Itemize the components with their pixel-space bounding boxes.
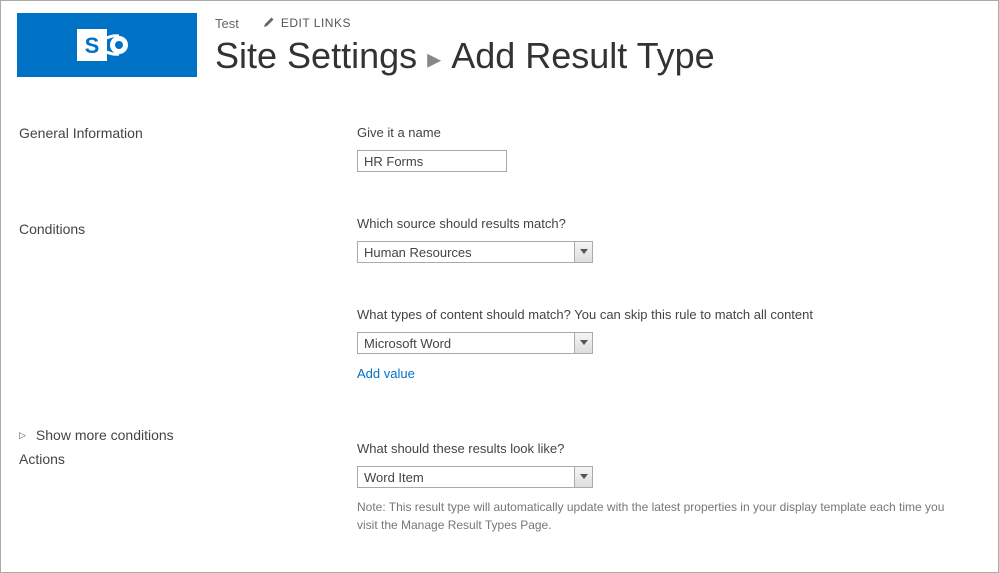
actions-label: What should these results look like? — [357, 441, 950, 456]
site-name-link[interactable]: Test — [215, 16, 239, 31]
svg-text:S: S — [85, 33, 100, 58]
name-input[interactable] — [357, 150, 507, 172]
breadcrumb-root[interactable]: Site Settings — [215, 35, 417, 77]
source-dropdown[interactable]: Human Resources — [357, 241, 593, 263]
display-template-dropdown-value: Word Item — [358, 467, 574, 487]
pencil-icon — [263, 16, 275, 31]
content-type-dropdown-value: Microsoft Word — [358, 333, 574, 353]
source-dropdown-value: Human Resources — [358, 242, 574, 262]
breadcrumb: Site Settings ▸ Add Result Type — [215, 35, 715, 77]
section-actions: Actions — [19, 451, 337, 467]
content-type-label: What types of content should match? You … — [357, 307, 950, 322]
actions-note: Note: This result type will automaticall… — [357, 498, 950, 534]
section-general-information: General Information — [19, 125, 337, 141]
chevron-down-icon — [574, 467, 592, 487]
breadcrumb-separator-icon: ▸ — [427, 42, 441, 75]
content-type-dropdown[interactable]: Microsoft Word — [357, 332, 593, 354]
source-label: Which source should results match? — [357, 216, 950, 231]
show-more-label: Show more conditions — [36, 427, 174, 443]
chevron-down-icon — [574, 333, 592, 353]
breadcrumb-current: Add Result Type — [451, 35, 715, 77]
sharepoint-logo[interactable]: S — [17, 13, 197, 77]
triangle-right-icon: ▷ — [19, 430, 26, 441]
display-template-dropdown[interactable]: Word Item — [357, 466, 593, 488]
chevron-down-icon — [574, 242, 592, 262]
section-conditions: Conditions — [19, 221, 337, 237]
add-value-link[interactable]: Add value — [357, 366, 415, 381]
edit-links-label: EDIT LINKS — [281, 16, 351, 30]
edit-links-button[interactable]: EDIT LINKS — [263, 16, 351, 31]
name-label: Give it a name — [357, 125, 950, 140]
show-more-conditions-toggle[interactable]: ▷ Show more conditions — [19, 427, 337, 443]
